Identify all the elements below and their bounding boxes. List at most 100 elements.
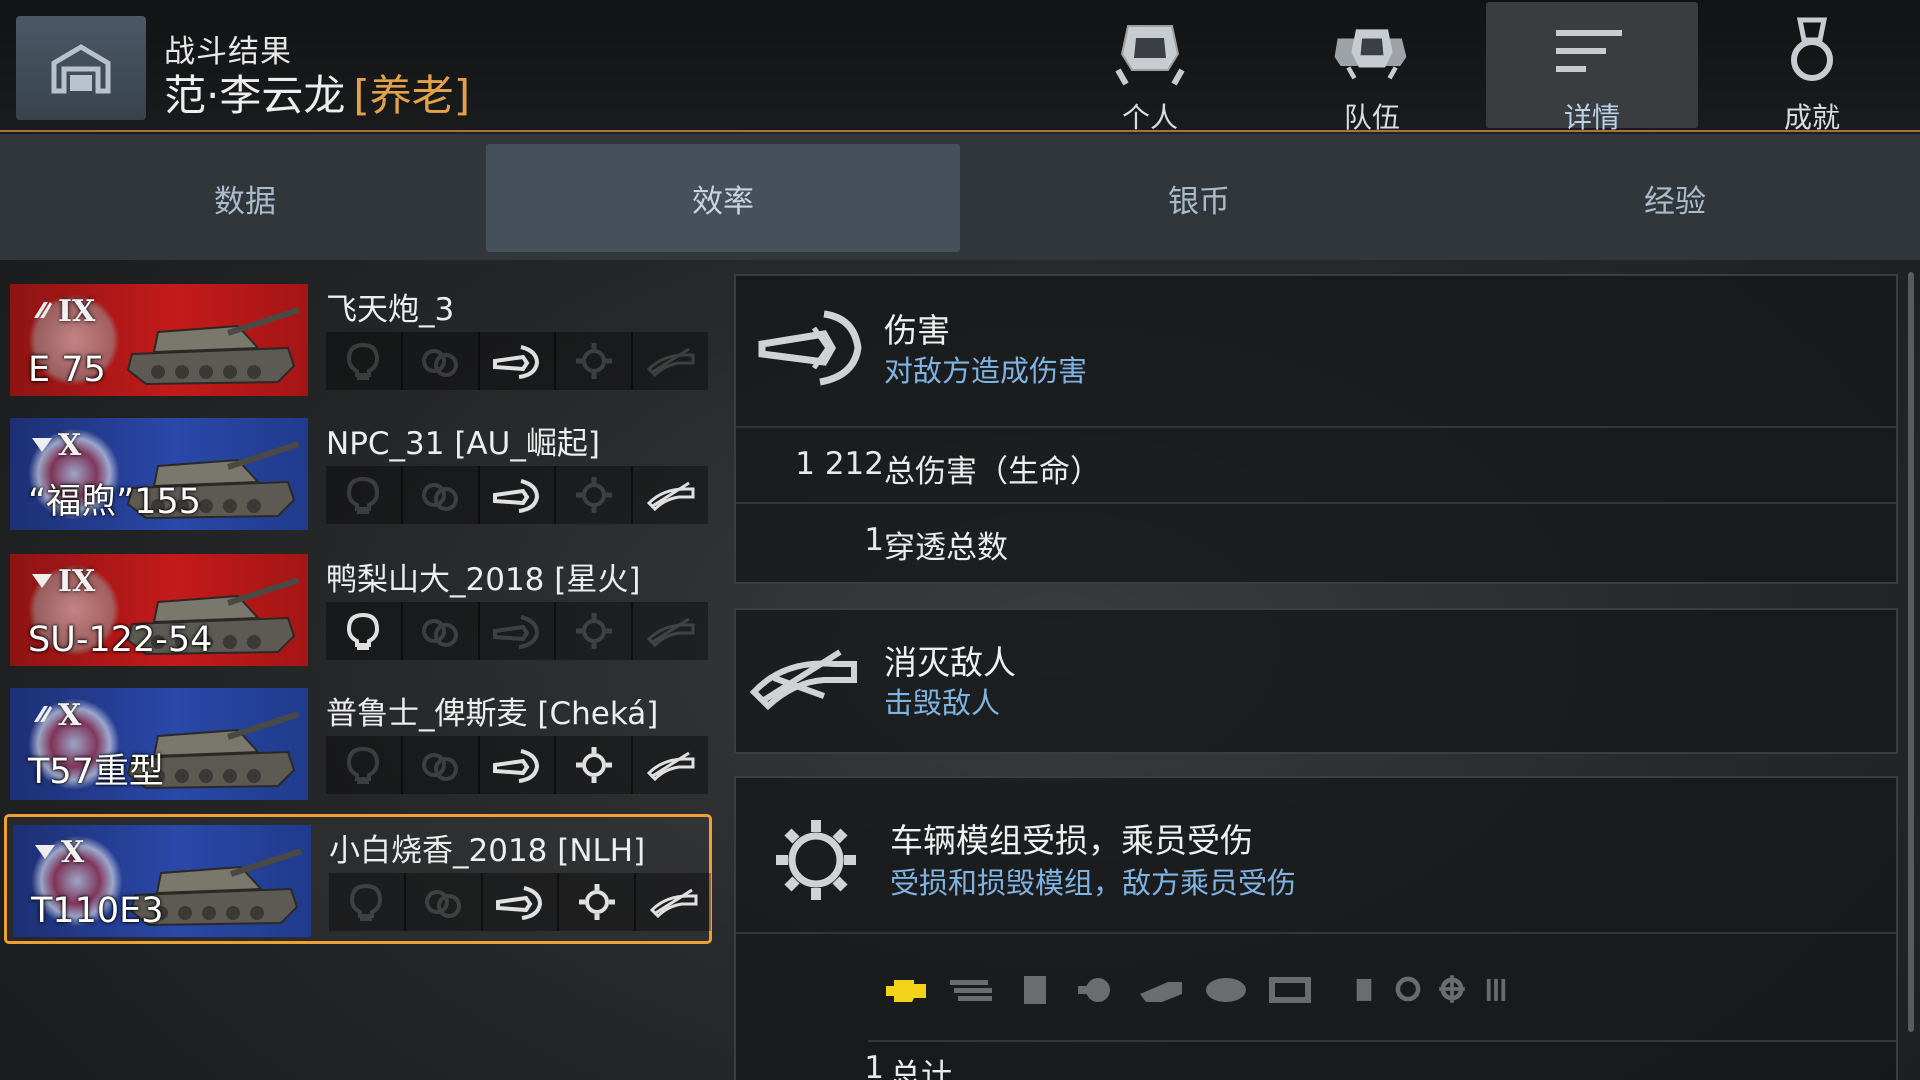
kill-badge-icon	[636, 873, 711, 931]
player-badges	[326, 602, 708, 660]
kill-title: 消灭敌人	[884, 643, 1016, 682]
achievements-icon	[1791, 17, 1833, 81]
tab-details[interactable]: 详情	[1486, 2, 1698, 134]
module-gear-icon	[776, 820, 856, 900]
module-badge-icon	[556, 466, 634, 524]
vehicle-class-icon	[32, 438, 52, 452]
player-badges	[326, 736, 708, 794]
module-badge-icon	[556, 332, 634, 390]
team-icon	[1334, 29, 1407, 80]
damage-panel: 伤害 对敌方造成伤害 1 212 总伤害（生命） 1 穿透总数	[734, 274, 1898, 584]
damage-badge-icon	[480, 602, 557, 660]
crew-commander-icon	[1342, 969, 1386, 1009]
vehicle-nation-flag: X T57重型	[10, 688, 308, 800]
vehicle-name: E 75	[28, 350, 106, 390]
destroy-icon	[749, 649, 857, 711]
vehicle-name: SU-122-54	[28, 620, 213, 660]
crew-loader-icon	[1474, 969, 1518, 1009]
assist-icon	[403, 332, 480, 390]
kill-badge-icon	[633, 332, 708, 390]
vehicle-name: T110E3	[31, 891, 164, 931]
subtab-efficiency[interactable]: 效率	[486, 144, 960, 252]
garage-button[interactable]	[16, 16, 146, 120]
subtab-experience[interactable]: 经验	[1438, 144, 1912, 252]
tab-details-label: 详情	[1563, 101, 1620, 134]
spotted-icon	[329, 873, 406, 931]
assist-icon	[403, 602, 480, 660]
vehicle-tier: IX	[58, 294, 96, 329]
module-badge-icon	[556, 602, 634, 660]
assist-icon	[403, 466, 480, 524]
tab-team[interactable]: 队伍	[1266, 2, 1478, 134]
player-row[interactable]: X T110E3 小白烧香_2018 [NLH]	[4, 814, 712, 944]
player-name: 范·李云龙 [养老]	[164, 62, 470, 123]
module-icon-strip	[874, 964, 1518, 1014]
radio-icon	[1066, 969, 1130, 1009]
player-name: 鸭梨山大_2018 [星火]	[326, 562, 641, 598]
damage-badge-icon	[480, 736, 557, 794]
player-nickname: 范·李云龙	[164, 71, 346, 120]
damage-badge-icon	[480, 332, 557, 390]
player-row[interactable]: X T57重型 普鲁士_俾斯麦 [Cheká]	[4, 680, 712, 810]
player-badges	[329, 873, 711, 931]
player-row[interactable]: X “福煦”155 NPC_31 [AU_崛起]	[4, 410, 712, 540]
vehicle-tier: X	[58, 428, 82, 463]
subtab-data[interactable]: 数据	[8, 144, 482, 252]
tab-personal-label: 个人	[1121, 101, 1178, 134]
player-row[interactable]: IX SU-122-54 鸭梨山大_2018 [星火]	[4, 546, 712, 676]
stat-row-total-damage: 1 212 总伤害（生命）	[736, 426, 1896, 504]
total-damage-value: 1 212	[795, 446, 884, 482]
vehicle-name: T57重型	[28, 752, 164, 792]
module-badge-icon	[559, 873, 637, 931]
module-subtitle: 受损和损毁模组，敌方乘员受伤	[890, 866, 1297, 900]
spotted-icon	[326, 602, 403, 660]
tab-personal[interactable]: 个人	[1044, 2, 1256, 134]
battle-results-screen: 战斗结果 范·李云龙 [养老] 个人 队伍 详情 成就 数据 效率 银币 经验 …	[0, 0, 1920, 1080]
penetrations-value: 1	[864, 522, 884, 558]
module-total-value: 1	[864, 1050, 884, 1080]
player-name: 普鲁士_俾斯麦 [Cheká]	[326, 696, 659, 732]
damage-icon	[758, 310, 862, 386]
player-row[interactable]: IX E 75 飞天炮_3	[4, 276, 712, 406]
assist-icon	[406, 873, 483, 931]
vehicle-nation-flag: X “福煦”155	[10, 418, 308, 530]
vehicle-tier: X	[58, 698, 82, 733]
subtab-silver[interactable]: 银币	[962, 144, 1436, 252]
penetrations-label: 穿透总数	[884, 530, 1008, 566]
damage-badge-icon	[483, 873, 560, 931]
vehicle-class-icon	[34, 706, 52, 722]
kill-panel: 消灭敌人 击毁敌人	[734, 608, 1898, 754]
player-name: NPC_31 [AU_崛起]	[326, 426, 600, 462]
vehicle-nation-flag: IX E 75	[10, 284, 308, 396]
turret-icon	[1194, 969, 1258, 1009]
vehicle-class-icon	[32, 574, 52, 588]
crew-driver-icon	[1386, 969, 1430, 1009]
tab-achievements[interactable]: 成就	[1706, 2, 1918, 134]
player-badges	[326, 332, 708, 390]
crew-gunner-icon	[1430, 969, 1474, 1009]
header-bar: 战斗结果 范·李云龙 [养老] 个人 队伍 详情 成就	[0, 0, 1920, 134]
tab-team-label: 队伍	[1343, 101, 1400, 134]
assist-icon	[403, 736, 480, 794]
vehicle-class-icon	[34, 302, 52, 318]
damage-badge-icon	[480, 466, 557, 524]
stat-row-penetrations: 1 穿透总数	[736, 502, 1896, 580]
gun-icon	[1130, 969, 1194, 1009]
details-scrollbar[interactable]	[1908, 272, 1914, 1032]
spotted-icon	[326, 332, 403, 390]
stat-row-module-total: 1 总计	[736, 1042, 1896, 1080]
player-name: 小白烧香_2018 [NLH]	[329, 833, 646, 869]
spotted-icon	[326, 736, 403, 794]
personal-icon	[1115, 25, 1185, 86]
module-divider	[736, 932, 1896, 934]
garage-icon	[51, 44, 111, 94]
track-icon	[938, 969, 1002, 1009]
player-name: 飞天炮_3	[326, 292, 455, 328]
vehicle-class-icon	[35, 845, 55, 859]
tank-icon	[126, 307, 300, 386]
ammo-rack-icon	[1002, 969, 1066, 1009]
vehicle-name: “福煦”155	[28, 482, 202, 522]
module-badge-icon	[556, 736, 634, 794]
total-damage-label: 总伤害（生命）	[884, 454, 1101, 490]
vehicle-tier: IX	[58, 564, 96, 599]
